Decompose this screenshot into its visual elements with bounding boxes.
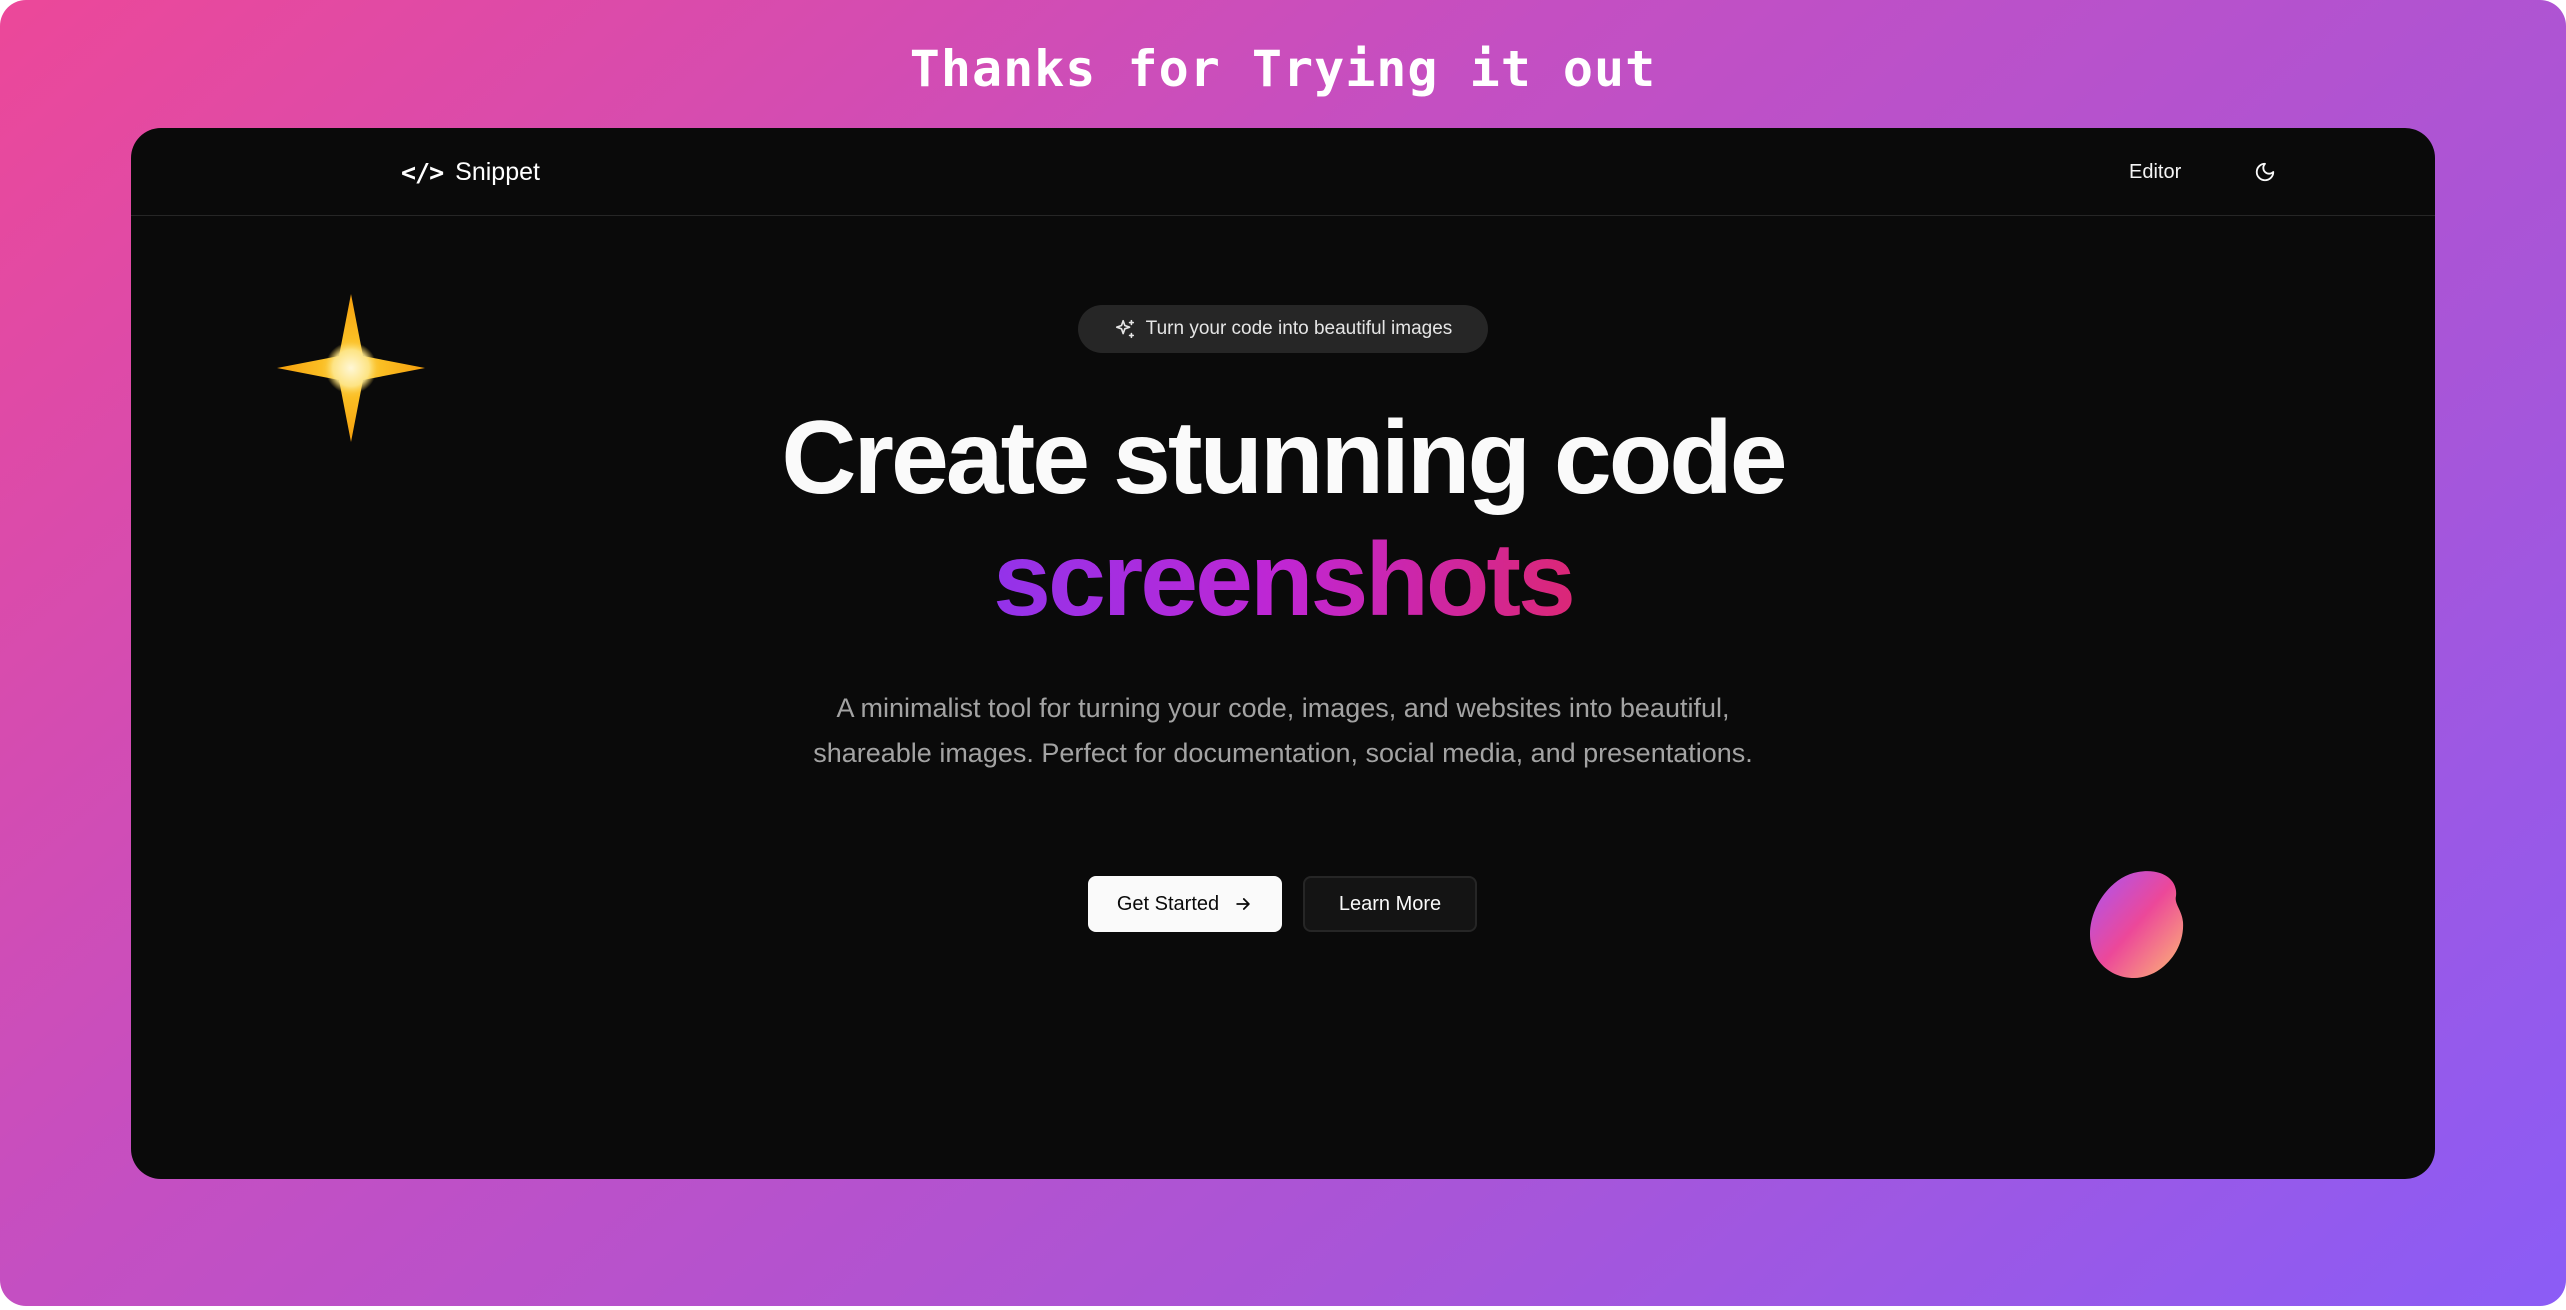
learn-more-label: Learn More [1338, 892, 1442, 915]
app-window: </> Snippet Editor Turn your code into b… [131, 128, 2435, 1179]
banner-title: Thanks for Trying it out [909, 40, 1657, 98]
gradient-blob [2090, 871, 2184, 978]
hero-headline-accent-text: screenshots [993, 522, 1576, 638]
sparkles-icon [1115, 319, 1134, 339]
get-started-button[interactable]: Get Started [1088, 876, 1282, 932]
editor-link[interactable]: Editor [2129, 154, 2181, 190]
arrow-right-icon [1236, 898, 1250, 910]
hero-description: A minimalist tool for turning your code,… [813, 693, 1753, 768]
brand-logo[interactable]: </> Snippet [401, 150, 540, 194]
brand-name: Snippet [455, 157, 540, 186]
get-started-label: Get Started [1116, 892, 1220, 915]
code-brackets-icon: </> [401, 157, 444, 187]
tagline-pill: Turn your code into beautiful images [1078, 305, 1488, 353]
moon-icon [2255, 162, 2275, 182]
tagline-text: Turn your code into beautiful images [1145, 318, 1453, 339]
theme-toggle-button[interactable] [2243, 150, 2287, 194]
learn-more-button[interactable]: Learn More [1303, 876, 1477, 932]
hero-headline: Create stunning code [781, 400, 1787, 516]
navbar: </> Snippet Editor [131, 128, 2435, 216]
hero-headline-accent: screenshots [131, 518, 2435, 642]
gradient-backdrop: Thanks for Trying it out </> Snippet Edi… [0, 0, 2566, 1306]
